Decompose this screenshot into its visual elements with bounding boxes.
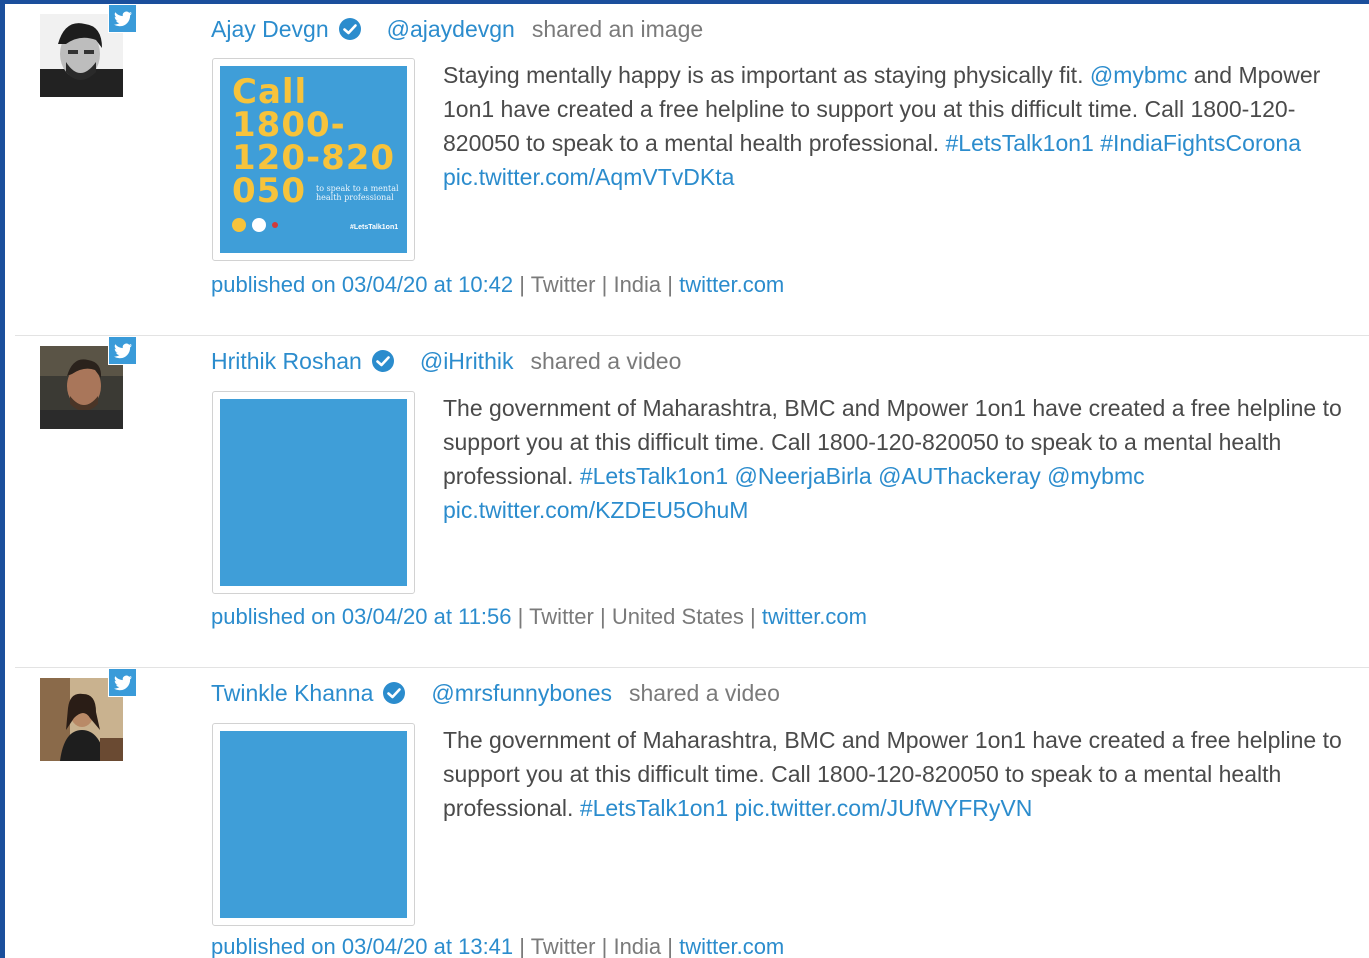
hashtag-link[interactable]: #LetsTalk1on1: [580, 795, 728, 821]
media-link[interactable]: pic.twitter.com/AqmVTvDKta: [443, 164, 734, 190]
published-timestamp[interactable]: published on 03/04/20 at 11:56: [211, 604, 512, 629]
country-label: India: [613, 272, 662, 297]
post-header: Twinkle Khanna @mrsfunnybones shared a v…: [211, 678, 780, 708]
meta-separator: |: [513, 934, 531, 958]
author-handle[interactable]: @iHrithik: [420, 348, 514, 375]
network-label: Twitter: [529, 604, 594, 629]
post-body: The government of Maharashtra, BMC and M…: [443, 723, 1358, 825]
hashtag-link[interactable]: #LetsTalk1on1: [580, 463, 728, 489]
image-subtext: to speak to a mental health professional: [316, 184, 399, 202]
published-timestamp[interactable]: published on 03/04/20 at 10:42: [211, 272, 513, 297]
post-meta: published on 03/04/20 at 10:42 | Twitter…: [211, 272, 784, 298]
meta-separator: |: [661, 272, 680, 297]
verified-check-icon: [338, 18, 361, 40]
image-logos: [232, 218, 278, 232]
post-header: Hrithik Roshan @iHrithik shared a video: [211, 346, 681, 376]
meta-separator: |: [511, 604, 530, 629]
post-body: The government of Maharashtra, BMC and M…: [443, 391, 1358, 527]
media-video: [220, 731, 407, 918]
hashtag-link[interactable]: #LetsTalk1on1: [946, 130, 1094, 156]
post-media-thumbnail[interactable]: Call 1800- 120-820 050 to speak to a men…: [212, 58, 415, 261]
media-video: [220, 399, 407, 586]
author-handle[interactable]: @mrsfunnybones: [431, 680, 612, 707]
post-action-text: shared a video: [530, 347, 682, 374]
logo-mark: [272, 222, 278, 228]
author-name[interactable]: Ajay Devgn: [211, 16, 329, 43]
media-link[interactable]: pic.twitter.com/JUfWYFRyVN: [735, 795, 1033, 821]
meta-separator: |: [595, 934, 614, 958]
source-link[interactable]: twitter.com: [679, 934, 784, 958]
post-card: Hrithik Roshan @iHrithik shared a video …: [15, 336, 1369, 668]
network-label: Twitter: [530, 934, 596, 958]
twitter-bird-icon: [108, 668, 137, 697]
mention-link[interactable]: @mybmc: [1047, 463, 1144, 489]
country-label: United States: [611, 604, 744, 629]
logo-mark: [232, 218, 246, 232]
body-text: Staying mentally happy is as important a…: [443, 62, 1090, 88]
verified-check-icon: [383, 682, 406, 704]
post-action-text: shared an image: [531, 15, 704, 42]
post-media-thumbnail[interactable]: [212, 391, 415, 594]
meta-separator: |: [593, 604, 612, 629]
meta-separator: |: [595, 272, 614, 297]
media-image: Call 1800- 120-820 050 to speak to a men…: [220, 66, 407, 253]
meta-separator: |: [661, 934, 680, 958]
post-media-thumbnail[interactable]: [212, 723, 415, 926]
avatar[interactable]: [40, 668, 137, 761]
network-label: Twitter: [530, 272, 596, 297]
twitter-bird-icon: [108, 336, 137, 365]
logo-mark: [252, 218, 266, 232]
hashtag-link[interactable]: #IndiaFightsCorona: [1100, 130, 1301, 156]
mention-link[interactable]: @AUThackeray: [878, 463, 1041, 489]
feed-panel: Ajay Devgn @ajaydevgn shared an image Ca…: [5, 4, 1369, 958]
post-action-text: shared a video: [629, 679, 780, 706]
post-meta: published on 03/04/20 at 11:56 | Twitter…: [211, 604, 867, 630]
published-timestamp[interactable]: published on 03/04/20 at 13:41: [211, 934, 513, 958]
country-label: India: [613, 934, 662, 958]
media-link[interactable]: pic.twitter.com/KZDEU5OhuM: [443, 497, 748, 523]
avatar[interactable]: [40, 4, 137, 97]
post-card: Twinkle Khanna @mrsfunnybones shared a v…: [15, 668, 1369, 958]
meta-separator: |: [513, 272, 531, 297]
image-hashtag: #LetsTalk1on1: [350, 224, 399, 231]
twitter-bird-icon: [108, 4, 137, 33]
post-body: Staying mentally happy is as important a…: [443, 58, 1358, 194]
post-card: Ajay Devgn @ajaydevgn shared an image Ca…: [15, 4, 1369, 336]
meta-separator: |: [743, 604, 762, 629]
verified-check-icon: [371, 350, 394, 372]
post-meta: published on 03/04/20 at 13:41 | Twitter…: [211, 934, 784, 958]
source-link[interactable]: twitter.com: [679, 272, 784, 297]
author-handle[interactable]: @ajaydevgn: [387, 16, 515, 43]
source-link[interactable]: twitter.com: [762, 604, 867, 629]
author-name[interactable]: Twinkle Khanna: [211, 680, 373, 707]
mention-link[interactable]: @NeerjaBirla: [735, 463, 872, 489]
post-header: Ajay Devgn @ajaydevgn shared an image: [211, 14, 703, 44]
avatar[interactable]: [40, 336, 137, 429]
mention-link[interactable]: @mybmc: [1090, 62, 1187, 88]
author-name[interactable]: Hrithik Roshan: [211, 348, 362, 375]
